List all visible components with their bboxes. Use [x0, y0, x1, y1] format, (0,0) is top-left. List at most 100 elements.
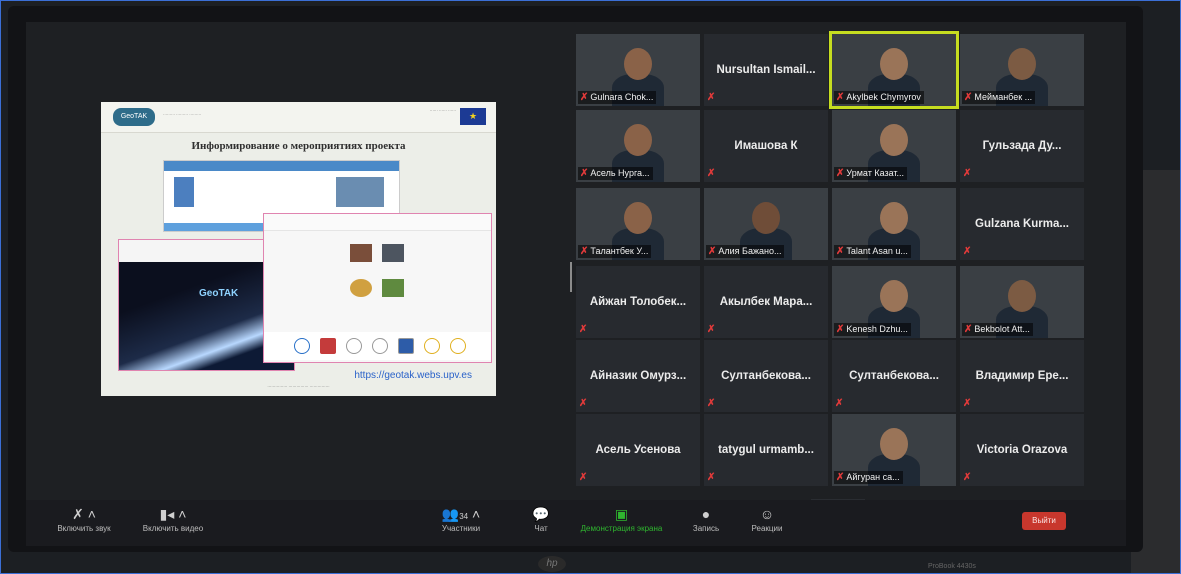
smiley-icon: ☺ — [759, 506, 775, 522]
participant-tile[interactable]: ✗ Алия Бажано... — [704, 188, 828, 260]
participant-name: Акылбек Мара... — [719, 296, 813, 308]
participant-tile[interactable]: Айжан Толобек... ✗ — [576, 266, 700, 338]
participant-tile[interactable]: ✗ Kenesh Dzhu... — [832, 266, 956, 338]
participant-name: Талантбек У... — [590, 246, 649, 256]
mic-muted-icon: ✗ — [580, 92, 589, 103]
slide-footer: ··············· ··············· ········… — [267, 384, 330, 389]
mic-muted-icon: ✗ — [579, 472, 588, 483]
eu-flag-icon: ★ — [460, 108, 486, 125]
participant-tile[interactable]: Nursultan Ismail... ✗ — [704, 34, 828, 106]
thumbnail-icon — [350, 244, 372, 262]
chat-button[interactable]: 💬 Чат — [521, 506, 561, 533]
mic-muted-icon: ✗ — [707, 472, 716, 483]
participant-tile[interactable]: Султанбекова... ✗ — [704, 340, 828, 412]
mic-muted-icon: ✗ — [707, 398, 716, 409]
share-screen-button[interactable]: ▣ Демонстрация экрана — [574, 506, 669, 533]
unmute-button[interactable]: ✗ ˄ Включить звук — [54, 506, 114, 533]
mic-muted-icon: ✗ — [963, 398, 972, 409]
partner-logo-icon — [424, 338, 440, 354]
mic-muted-icon: ✗ — [963, 168, 972, 179]
participant-tile[interactable]: ✗ Мейманбек ... — [960, 34, 1084, 106]
participant-face — [880, 428, 908, 460]
participant-name: tatygul urmamb... — [718, 444, 814, 456]
participant-name: Урмат Казат... — [846, 168, 905, 178]
participant-tile[interactable]: ✗ Талантбек У... — [576, 188, 700, 260]
record-icon: ● — [701, 506, 711, 522]
participant-tile[interactable]: Имашова К ✗ — [704, 110, 828, 182]
participant-name-label: ✗ Асель Нурга... — [578, 167, 653, 180]
participant-name: Владимир Ере... — [975, 370, 1069, 382]
participant-face — [1008, 48, 1036, 80]
participant-face — [880, 48, 908, 80]
mic-muted-icon: ✗ — [963, 246, 972, 257]
zoom-window: GeoTAK ········· ········· ········· ···… — [26, 22, 1126, 519]
participant-face — [880, 202, 908, 234]
participant-face — [752, 202, 780, 234]
record-button[interactable]: ● Запись — [686, 506, 726, 533]
chat-icon: 💬 — [532, 506, 550, 522]
laptop-model: ProBook 4430s — [928, 563, 976, 570]
participant-name: Асель Нурга... — [590, 168, 650, 178]
participant-tile[interactable]: ✗ Асель Нурга... — [576, 110, 700, 182]
mic-muted-icon: ✗ — [836, 246, 845, 257]
participant-name: Алия Бажано... — [718, 246, 782, 256]
mic-muted-icon: ✗ — [963, 472, 972, 483]
mic-muted-icon: ✗ — [579, 324, 588, 335]
participant-name: Talant Asan u... — [846, 246, 908, 256]
participant-tile[interactable]: Айназик Омурз... ✗ — [576, 340, 700, 412]
participant-face — [1008, 280, 1036, 312]
participant-tile[interactable]: Gulzana Kurma... ✗ — [960, 188, 1084, 260]
participant-name: Gulzana Kurma... — [975, 218, 1069, 230]
participant-tile[interactable]: Асель Усенова ✗ — [576, 414, 700, 486]
participant-tile[interactable]: ✗ Айгуран са... — [832, 414, 956, 486]
mic-muted-icon: ✗ — [836, 92, 845, 103]
participant-tile[interactable]: ✗ Bekbolot Att... — [960, 266, 1084, 338]
share-screen-icon: ▣ — [614, 506, 629, 522]
participant-tile[interactable]: tatygul urmamb... ✗ — [704, 414, 828, 486]
participant-tile[interactable]: Султанбекова... ✗ — [832, 340, 956, 412]
participant-name: Мейманбек ... — [974, 92, 1033, 102]
participant-name: Bekbolot Att... — [974, 324, 1030, 334]
mic-muted-icon: ✗ — [579, 398, 588, 409]
leave-button[interactable]: Выйти — [1022, 512, 1066, 530]
participant-face — [624, 202, 652, 234]
geotak-title: GeoTAK — [199, 288, 239, 299]
participant-name: Султанбекова... — [849, 370, 939, 382]
participant-name-label: ✗ Алия Бажано... — [706, 245, 785, 258]
mic-muted-icon: ✗ — [707, 92, 716, 103]
participant-tile[interactable]: Victoria Orazova ✗ — [960, 414, 1084, 486]
partner-logo-icon — [346, 338, 362, 354]
split-handle[interactable] — [570, 262, 572, 292]
participant-tile[interactable]: ✗ Урмат Казат... — [832, 110, 956, 182]
thumbnail-icon — [382, 279, 404, 297]
participant-name-label: ✗ Akylbek Chymyrov — [834, 91, 924, 104]
participant-tile[interactable]: ✗ Akylbek Chymyrov — [829, 31, 959, 109]
slide-title: Информирование о мероприятиях проекта — [191, 140, 406, 152]
participant-tile[interactable]: ✗ Talant Asan u... — [832, 188, 956, 260]
participant-tile[interactable]: Акылбек Мара... ✗ — [704, 266, 828, 338]
start-video-button[interactable]: ▮◂ ˄ Включить видео — [138, 506, 208, 533]
participant-face — [624, 124, 652, 156]
video-off-icon: ▮◂ ˄ — [159, 506, 187, 522]
participant-name: Akylbek Chymyrov — [846, 92, 921, 102]
participants-button[interactable]: 👥34 ˄ Участники — [431, 506, 491, 533]
participant-face — [880, 280, 908, 312]
slide-header-text: ········· ········· ········· — [163, 112, 202, 117]
participant-face — [880, 124, 908, 156]
participant-tile[interactable]: Гульзада Ду... ✗ — [960, 110, 1084, 182]
participant-name-label: ✗ Bekbolot Att... — [962, 323, 1033, 336]
participant-tile[interactable]: Владимир Ере... ✗ — [960, 340, 1084, 412]
participants-icon: 👥34 ˄ — [441, 506, 481, 522]
participant-tile[interactable]: ✗ Gulnara Chok... — [576, 34, 700, 106]
participant-name: Имашова К — [734, 140, 798, 152]
participant-name: Айгуран са... — [846, 472, 900, 482]
reactions-button[interactable]: ☺ Реакции — [742, 506, 792, 533]
eu-funding-text: ······ ······ ······ — [429, 108, 456, 113]
participant-name: Kenesh Dzhu... — [846, 324, 908, 334]
participant-name: Айжан Толобек... — [589, 296, 687, 308]
partner-logo-icon — [320, 338, 336, 354]
participant-name-label: ✗ Урмат Казат... — [834, 167, 908, 180]
mic-muted-icon: ✗ — [835, 398, 844, 409]
slide-header: GeoTAK ········· ········· ········· ···… — [101, 102, 496, 133]
slide-url: https://geotak.webs.upv.es — [354, 370, 472, 381]
